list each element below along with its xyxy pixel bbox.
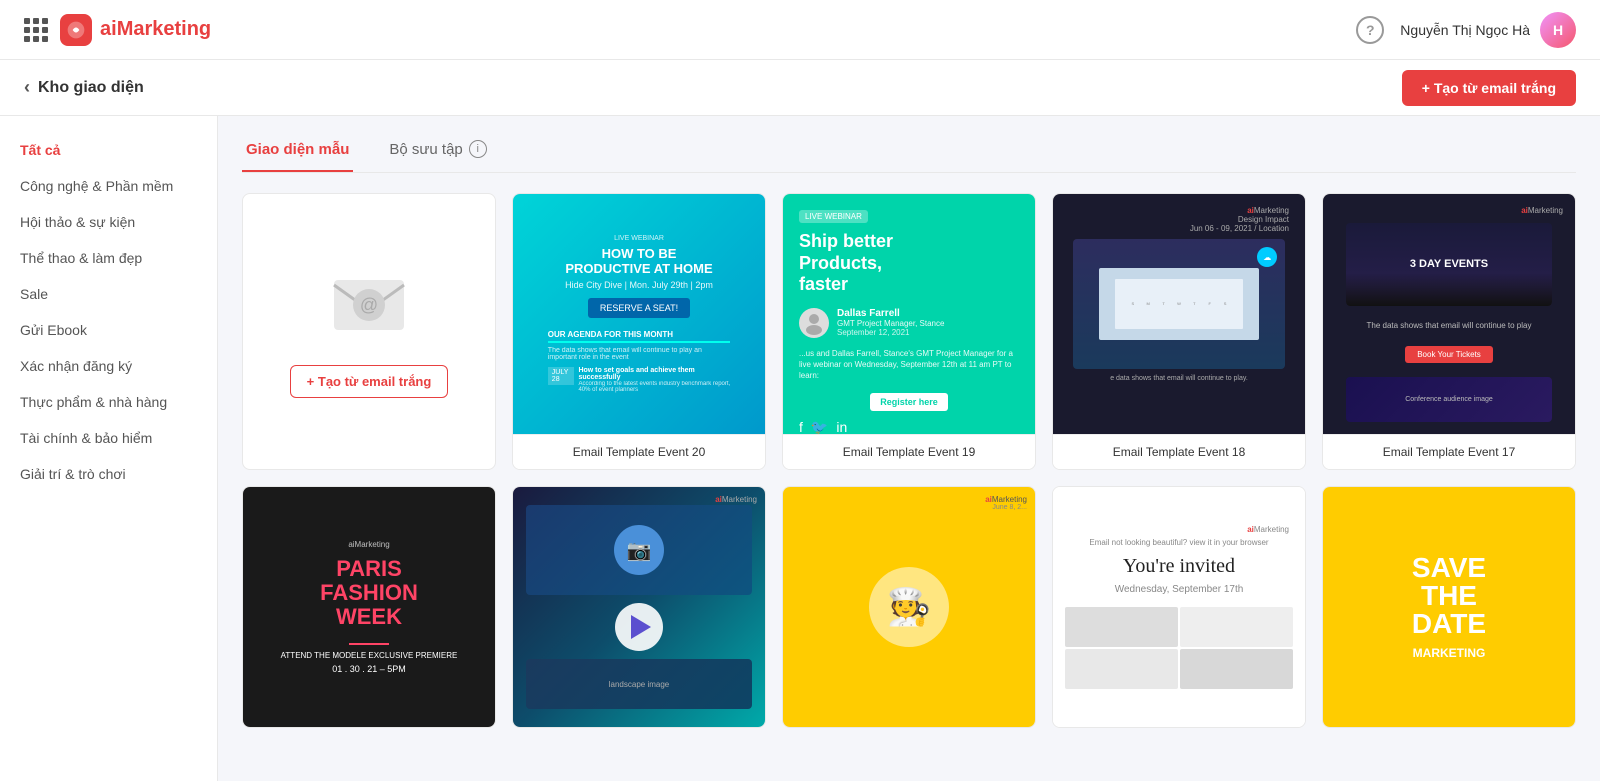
tabs-bar: Giao diện mẫu Bộ sưu tập i [242, 116, 1576, 173]
email-placeholder-icon: @ [329, 265, 409, 345]
invitation-sub: Wednesday, September 17th [1115, 584, 1244, 595]
save-date-text: SAVETHEDATE [1412, 554, 1486, 638]
template-card-delivery[interactable]: aiMarketing June 8, 2... 🧑‍🍳 [782, 486, 1036, 728]
user-name: Nguyễn Thị Ngọc Hà [1400, 22, 1530, 38]
person-row: Dallas Farrell GMT Project Manager, Stan… [799, 308, 944, 338]
book-tickets-btn: Book Your Tickets [1405, 346, 1493, 363]
template-card-event17[interactable]: aiMarketing 3 DAY EVENTS The data shows … [1322, 193, 1576, 470]
page-title: Kho giao diện [38, 79, 144, 97]
header-right: ? Nguyễn Thị Ngọc Hà H [1356, 12, 1576, 48]
logo-icon [60, 14, 92, 46]
tab-mau[interactable]: Giao diện mẫu [242, 133, 353, 172]
sidebar-item-sport[interactable]: Thể thao & làm đẹp [0, 240, 217, 276]
fashion-event-name: PARISFASHIONWEEK [320, 557, 418, 630]
sidebar: Tất cảCông nghệ & Phần mềmHội thảo & sự … [0, 116, 218, 781]
template-card-event18[interactable]: aiMarketing Design ImpactJun 06 - 09, 20… [1052, 193, 1306, 470]
sidebar-item-verify[interactable]: Xác nhận đăng ký [0, 348, 217, 384]
sidebar-item-food[interactable]: Thực phẩm & nhà hàng [0, 384, 217, 420]
help-button[interactable]: ? [1356, 16, 1384, 44]
template-thumb-delivery: aiMarketing June 8, 2... 🧑‍🍳 [783, 487, 1035, 727]
sub-header: ‹ Kho giao diện + Tạo từ email trắng [0, 60, 1600, 116]
user-info: Nguyễn Thị Ngọc Hà H [1400, 12, 1576, 48]
fashion-sub: ATTEND THE MODELE EXCLUSIVE PREMIERE [281, 651, 458, 660]
marketing-label: MARKETING [1413, 646, 1486, 660]
sidebar-item-events[interactable]: Hội thảo & sự kiện [0, 204, 217, 240]
create-email-button[interactable]: + Tạo từ email trắng [1402, 70, 1576, 106]
play-button-icon [615, 603, 663, 651]
template-card-event19[interactable]: LIVE WEBINAR Ship betterProducts,faster … [782, 193, 1036, 470]
template-thumb-event18: aiMarketing Design ImpactJun 06 - 09, 20… [1053, 194, 1305, 434]
register-btn: Register here [870, 393, 948, 411]
template-card-fashion[interactable]: aiMarketing PARISFASHIONWEEK ATTEND THE … [242, 486, 496, 728]
template-label-event20: Email Template Event 20 [513, 434, 765, 469]
template-thumb-savedate: SAVETHEDATE MARKETING [1323, 487, 1575, 727]
sidebar-item-entertainment[interactable]: Giải trí & trò chơi [0, 456, 217, 492]
person-info: Dallas Farrell GMT Project Manager, Stan… [837, 308, 944, 337]
blank-card[interactable]: @ + Tạo từ email trắng [242, 193, 496, 470]
template-visual-event20: LIVE WEBINAR HOW TO BEPRODUCTIVE AT HOME… [513, 194, 765, 434]
template-visual-event17: aiMarketing 3 DAY EVENTS The data shows … [1323, 194, 1575, 434]
fashion-divider [349, 643, 389, 645]
sidebar-item-sale[interactable]: Sale [0, 276, 217, 312]
template-card-video[interactable]: aiMarketing 📷 landscape image [512, 486, 766, 728]
back-link[interactable]: ‹ Kho giao diện [24, 77, 144, 98]
reserve-seat-btn: RESERVE A SEAT! [588, 298, 690, 318]
back-arrow-icon: ‹ [24, 77, 30, 98]
svg-text:@: @ [360, 295, 378, 315]
invitation-title: You're invited [1123, 555, 1235, 578]
template-thumb-video: aiMarketing 📷 landscape image [513, 487, 765, 727]
template-label-event18: Email Template Event 18 [1053, 434, 1305, 469]
template-visual-invitation: aiMarketing Email not looking beautiful?… [1053, 487, 1305, 727]
template-grid: @ + Tạo từ email trắng LIVE WEBINAR HOW … [242, 193, 1576, 728]
live-webinar-tag: LIVE WEBINAR [799, 210, 868, 223]
blank-create-btn[interactable]: + Tạo từ email trắng [290, 365, 449, 398]
sidebar-item-all[interactable]: Tất cả [0, 132, 217, 168]
tab-suu-tap[interactable]: Bộ sưu tập i [385, 132, 490, 172]
template-visual-event19: LIVE WEBINAR Ship betterProducts,faster … [783, 194, 1035, 434]
logo-text: aiMarketing [100, 18, 211, 41]
template-label-event19: Email Template Event 19 [783, 434, 1035, 469]
template-visual-fashion: aiMarketing PARISFASHIONWEEK ATTEND THE … [243, 487, 495, 727]
template-visual-video: aiMarketing 📷 landscape image [513, 487, 765, 727]
sidebar-item-finance[interactable]: Tài chính & bảo hiểm [0, 420, 217, 456]
template-thumb-event17: aiMarketing 3 DAY EVENTS The data shows … [1323, 194, 1575, 434]
sidebar-item-tech[interactable]: Công nghệ & Phần mềm [0, 168, 217, 204]
logo[interactable]: aiMarketing [60, 14, 211, 46]
template-card-invitation[interactable]: aiMarketing Email not looking beautiful?… [1052, 486, 1306, 728]
fashion-brand: aiMarketing [348, 540, 389, 549]
info-icon[interactable]: i [469, 140, 487, 158]
tab-suu-tap-label: Bộ sưu tập [389, 141, 462, 158]
template-thumb-fashion: aiMarketing PARISFASHIONWEEK ATTEND THE … [243, 487, 495, 727]
header-left: aiMarketing [24, 14, 211, 46]
template-thumb-invitation: aiMarketing Email not looking beautiful?… [1053, 487, 1305, 727]
avatar[interactable]: H [1540, 12, 1576, 48]
template-visual-delivery: aiMarketing June 8, 2... 🧑‍🍳 [783, 487, 1035, 727]
template-card-savedate[interactable]: SAVETHEDATE MARKETING [1322, 486, 1576, 728]
content-area: Giao diện mẫu Bộ sưu tập i @ + Tạo từ em… [218, 116, 1600, 781]
template-visual-event18: aiMarketing Design ImpactJun 06 - 09, 20… [1053, 194, 1305, 434]
grid-menu-icon[interactable] [24, 18, 48, 42]
template-thumb-event20: LIVE WEBINAR HOW TO BEPRODUCTIVE AT HOME… [513, 194, 765, 434]
tab-suu-tap-inner: Bộ sưu tập i [389, 140, 486, 158]
template-card-event20[interactable]: LIVE WEBINAR HOW TO BEPRODUCTIVE AT HOME… [512, 193, 766, 470]
template-label-event17: Email Template Event 17 [1323, 434, 1575, 469]
template-thumb-event19: LIVE WEBINAR Ship betterProducts,faster … [783, 194, 1035, 434]
event19-title: Ship betterProducts,faster [799, 231, 893, 296]
main: Tất cảCông nghệ & Phần mềmHội thảo & sự … [0, 116, 1600, 781]
sidebar-item-ebook[interactable]: Gửi Ebook [0, 312, 217, 348]
template-visual-savedate: SAVETHEDATE MARKETING [1323, 487, 1575, 727]
header: aiMarketing ? Nguyễn Thị Ngọc Hà H [0, 0, 1600, 60]
